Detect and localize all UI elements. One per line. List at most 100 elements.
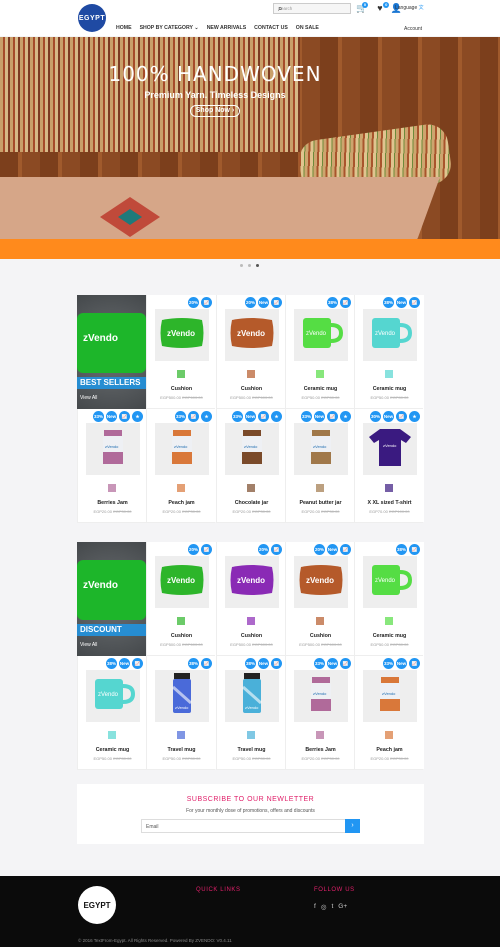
nav-new-arrivals[interactable]: NEW ARRIVALS [207, 25, 246, 31]
compare-icon[interactable]: 📈 [119, 411, 130, 422]
product-image[interactable]: zVendo [363, 556, 417, 608]
product-name[interactable]: Berries Jam [286, 747, 355, 753]
compare-icon[interactable]: 📈 [201, 297, 212, 308]
compare-icon[interactable]: 📈 [327, 411, 338, 422]
view-all-link[interactable]: View All [80, 395, 97, 401]
product-name[interactable]: Peach jam [147, 500, 216, 506]
nav-home[interactable]: HOME [116, 25, 132, 31]
product-thumbnail[interactable] [108, 731, 116, 739]
slider-dot[interactable] [248, 264, 251, 267]
facebook-icon[interactable]: f [314, 903, 316, 911]
compare-icon[interactable]: 📈 [201, 658, 212, 669]
product-image[interactable]: zVendo [225, 670, 279, 722]
product-thumbnail[interactable] [385, 617, 393, 625]
product-thumbnail[interactable] [177, 731, 185, 739]
product-card[interactable]: zVendo 38% 📈 Ceramic mug EGP50.00 EGP80.00 [285, 295, 354, 409]
wishlist-icon[interactable]: ♥ 0 [377, 2, 390, 14]
slider-dot-active[interactable] [256, 264, 259, 267]
product-card[interactable]: zVendo 20% 📈 Cushion EGP500.00 EGP600.00 [146, 542, 215, 656]
search-input[interactable]: Search ⌕ [273, 3, 351, 14]
wishlist-star-icon[interactable]: ★ [271, 411, 282, 422]
product-card[interactable]: zVendo 38% New 📈 Ceramic mug EGP50.00 EGP80.0… [77, 656, 146, 770]
product-image[interactable]: zVendo [86, 670, 140, 722]
product-name[interactable]: Berries Jam [78, 500, 147, 506]
product-image[interactable]: zVendo [225, 309, 279, 361]
cart-icon[interactable]: 🛒 0 [356, 2, 368, 14]
compare-icon[interactable]: 📈 [201, 544, 212, 555]
nav-contact-us[interactable]: CONTACT US [254, 25, 288, 31]
product-thumbnail[interactable] [385, 484, 393, 492]
nav-on-sale[interactable]: ON SALE [296, 25, 319, 31]
compare-icon[interactable]: 📈 [132, 658, 143, 669]
email-field[interactable]: Email [141, 819, 346, 833]
product-thumbnail[interactable] [177, 484, 185, 492]
product-name[interactable]: Ceramic mug [78, 747, 147, 753]
wishlist-star-icon[interactable]: ★ [340, 411, 351, 422]
product-card[interactable]: zVendo 38% 📈 Ceramic mug EGP50.00 EGP80.00 [354, 542, 423, 656]
product-image[interactable]: zVendo [294, 556, 348, 608]
product-name[interactable]: Peach jam [355, 747, 424, 753]
wishlist-star-icon[interactable]: ★ [132, 411, 143, 422]
product-thumbnail[interactable] [108, 484, 116, 492]
product-thumbnail[interactable] [316, 484, 324, 492]
product-image[interactable]: zVendo [155, 556, 209, 608]
twitter-icon[interactable]: t [331, 903, 333, 911]
product-thumbnail[interactable] [177, 370, 185, 378]
product-name[interactable]: Ceramic mug [355, 633, 424, 639]
product-thumbnail[interactable] [316, 370, 324, 378]
product-card[interactable]: zVendo 20% New 📈 Cushion EGP500.00 EGP600.00 [216, 295, 285, 409]
site-logo[interactable]: EGYPT [78, 4, 106, 32]
google-plus-icon[interactable]: G+ [338, 903, 347, 911]
compare-icon[interactable]: 📈 [409, 544, 420, 555]
product-thumbnail[interactable] [247, 731, 255, 739]
product-card[interactable]: zVendo 38% 📈 Travel mug EGP50.00 EGP80.00 [146, 656, 215, 770]
product-image[interactable]: zVendo [155, 309, 209, 361]
product-name[interactable]: X XL sized T-shirt [355, 500, 424, 506]
compare-icon[interactable]: 📈 [271, 658, 282, 669]
compare-icon[interactable]: 📈 [396, 411, 407, 422]
subscribe-button[interactable]: › [345, 819, 360, 833]
account-link[interactable]: Account [404, 26, 422, 32]
product-name[interactable]: Cushion [147, 386, 216, 392]
product-thumbnail[interactable] [247, 484, 255, 492]
product-thumbnail[interactable] [316, 617, 324, 625]
product-name[interactable]: Chocolate jar [217, 500, 286, 506]
section-banner[interactable]: zVendo BEST SELLERS View All [77, 295, 146, 409]
product-card[interactable]: zVendo 33% New 📈 Peach jam EGP20.00 EGP30.00 [354, 656, 423, 770]
compare-icon[interactable]: 📈 [188, 411, 199, 422]
product-image[interactable]: zVendo [294, 423, 348, 475]
compare-icon[interactable]: 📈 [340, 544, 351, 555]
product-image[interactable]: zVendo [294, 309, 348, 361]
product-image[interactable]: zVendo [363, 670, 417, 722]
product-name[interactable]: Ceramic mug [286, 386, 355, 392]
product-card[interactable]: zVendo 30% New 📈 ★ X XL sized T-shirt EGP70.00… [354, 409, 423, 523]
compare-icon[interactable]: 📈 [258, 411, 269, 422]
product-thumbnail[interactable] [316, 731, 324, 739]
view-all-link[interactable]: View All [80, 642, 97, 648]
product-name[interactable]: Ceramic mug [355, 386, 424, 392]
product-thumbnail[interactable] [385, 370, 393, 378]
compare-icon[interactable]: 📈 [340, 658, 351, 669]
product-thumbnail[interactable] [177, 617, 185, 625]
slider-dot[interactable] [240, 264, 243, 267]
wishlist-star-icon[interactable]: ★ [201, 411, 212, 422]
product-image[interactable]: zVendo [294, 670, 348, 722]
product-image[interactable]: zVendo [363, 309, 417, 361]
product-card[interactable]: zVendo 38% New 📈 Ceramic mug EGP50.00 EGP80.0… [354, 295, 423, 409]
product-image[interactable]: zVendo [363, 423, 417, 475]
product-card[interactable]: zVendo 20% 📈 Cushion EGP500.00 EGP600.00 [216, 542, 285, 656]
product-name[interactable]: Travel mug [217, 747, 286, 753]
product-image[interactable]: zVendo [225, 423, 279, 475]
language-selector[interactable]: Language 文 [395, 4, 424, 11]
product-card[interactable]: zVendo 33% New 📈 ★ Chocolate jar EGP20.00 EGP3… [216, 409, 285, 523]
product-card[interactable]: zVendo 33% New 📈 ★ Peanut butter jar EGP20.00 … [285, 409, 354, 523]
shop-now-button[interactable]: Shop Now › [190, 105, 240, 117]
product-name[interactable]: Cushion [147, 633, 216, 639]
product-name[interactable]: Cushion [286, 633, 355, 639]
product-name[interactable]: Travel mug [147, 747, 216, 753]
product-image[interactable]: zVendo [225, 556, 279, 608]
hero-slider[interactable]: 100% HANDWOVEN Premium Yarn. Timeless De… [0, 37, 500, 259]
product-name[interactable]: Cushion [217, 633, 286, 639]
instagram-icon[interactable]: ◎ [321, 903, 327, 911]
product-name[interactable]: Cushion [217, 386, 286, 392]
